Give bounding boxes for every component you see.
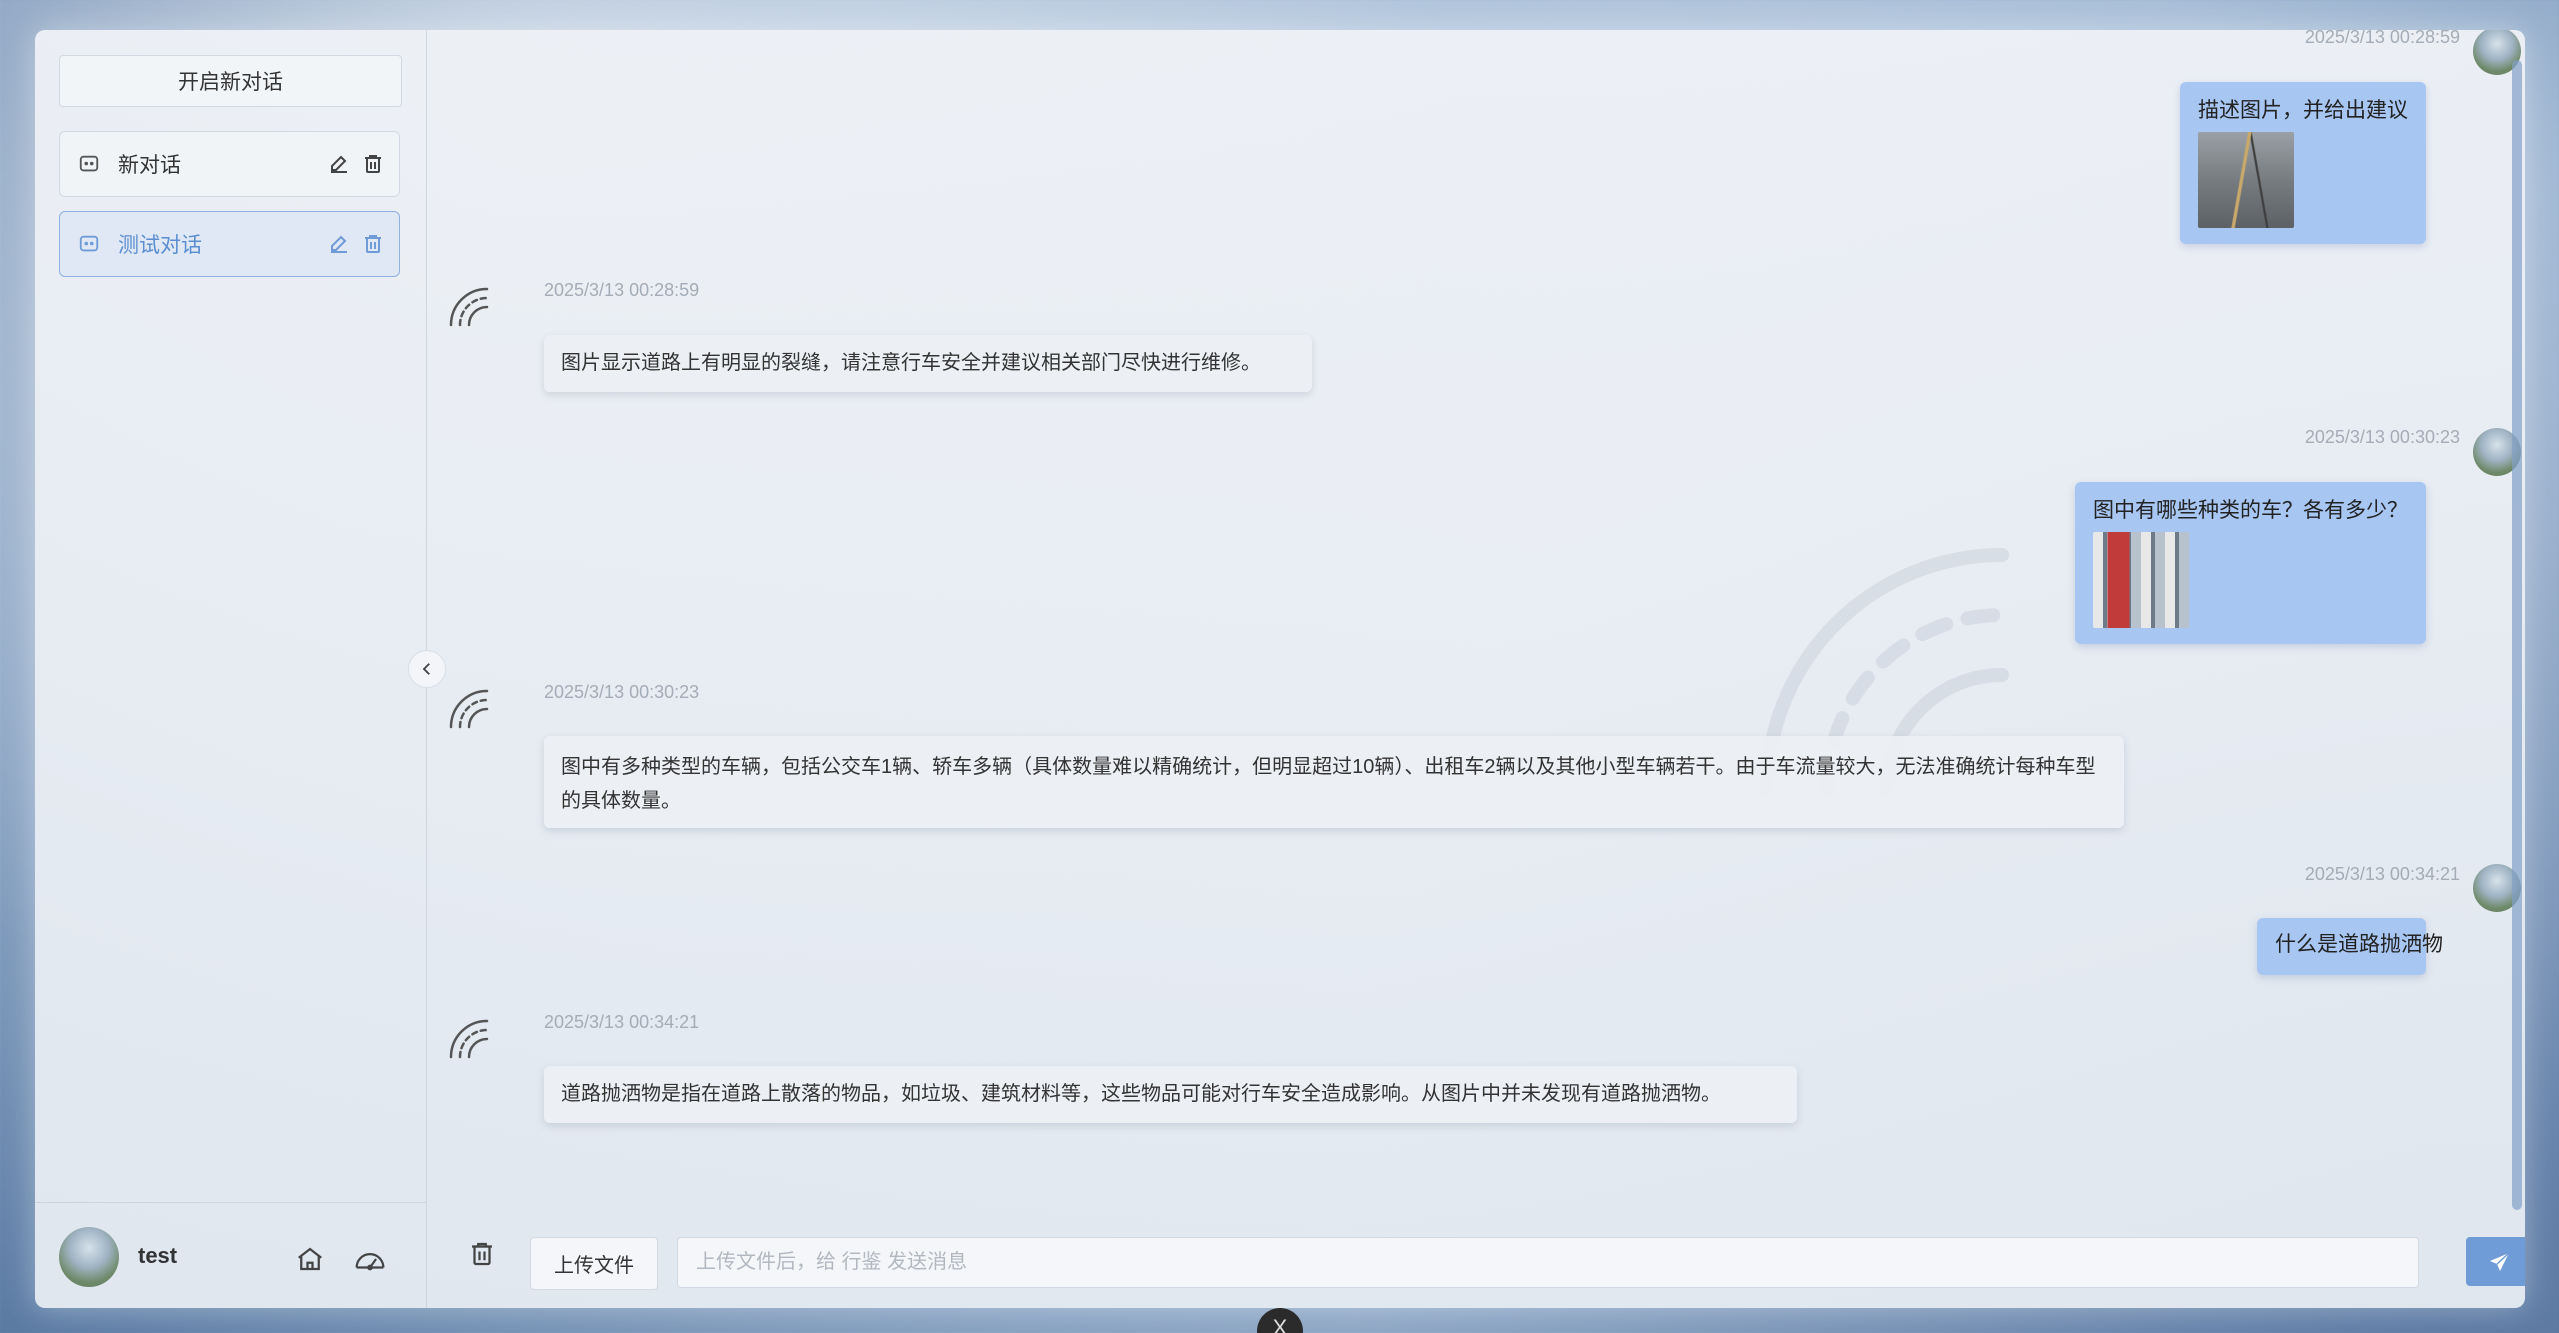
- user-message-bubble: 什么是道路抛洒物: [2257, 918, 2443, 975]
- username: test: [138, 1243, 178, 1268]
- app-window: 开启新对话 新对话 测试对话 test 2025/3/13 00:28:59 描…: [35, 30, 2525, 1308]
- home-icon[interactable]: [295, 1244, 325, 1274]
- upload-file-button[interactable]: 上传文件: [530, 1237, 658, 1290]
- chat-icon: [79, 155, 99, 172]
- message-input-bar: 上传文件: [427, 1203, 2525, 1308]
- message-timestamp: 2025/3/13 00:28:59: [544, 280, 700, 300]
- message-timestamp: 2025/3/13 00:30:23: [544, 682, 700, 702]
- clear-chat-trash-icon[interactable]: [467, 1239, 497, 1269]
- sidebar-footer: test: [35, 1202, 426, 1308]
- send-button[interactable]: [2466, 1237, 2525, 1286]
- user-message-bubble: 描述图片，并给出建议: [2180, 82, 2426, 244]
- edit-icon[interactable]: [327, 152, 351, 176]
- trash-icon[interactable]: [361, 152, 385, 176]
- sidebar: 开启新对话 新对话 测试对话 test: [35, 30, 427, 1308]
- message-timestamp: 2025/3/13 00:28:59: [2304, 30, 2460, 47]
- new-chat-button[interactable]: 开启新对话: [59, 55, 402, 107]
- message-text: 图中有哪些种类的车？各有多少？: [2093, 499, 2408, 522]
- assistant-message-bubble: 图中有多种类型的车辆，包括公交车1辆、轿车多辆（具体数量难以精确统计，但明显超过…: [544, 736, 2124, 828]
- chat-scrollbar[interactable]: [2512, 60, 2522, 1210]
- message-text: 图中有多种类型的车辆，包括公交车1辆、轿车多辆（具体数量难以精确统计，但明显超过…: [561, 756, 2096, 812]
- gauge-icon[interactable]: [353, 1244, 387, 1274]
- traffic-image[interactable]: [2093, 532, 2189, 628]
- chat-icon: [79, 235, 99, 252]
- edit-icon[interactable]: [327, 232, 351, 256]
- message-text: 道路抛洒物是指在道路上散落的物品，如垃圾、建筑材料等，这些物品可能对行车安全造成…: [561, 1083, 1721, 1105]
- conversation-item-new[interactable]: 新对话: [59, 131, 400, 197]
- road-crack-image[interactable]: [2198, 132, 2294, 228]
- message-timestamp: 2025/3/13 00:30:23: [2304, 427, 2460, 447]
- conversation-label: 新对话: [118, 154, 181, 177]
- bot-road-logo-icon: [449, 1019, 489, 1059]
- chat-area: 2025/3/13 00:28:59 描述图片，并给出建议 2025/3/13 …: [427, 30, 2525, 1308]
- message-timestamp: 2025/3/13 00:34:21: [544, 1012, 700, 1032]
- trash-icon[interactable]: [361, 232, 385, 256]
- message-input[interactable]: [677, 1237, 2419, 1288]
- assistant-message-bubble: 图片显示道路上有明显的裂缝，请注意行车安全并建议相关部门尽快进行维修。: [544, 335, 1312, 392]
- bot-road-logo-icon: [449, 287, 489, 327]
- message-text: 图片显示道路上有明显的裂缝，请注意行车安全并建议相关部门尽快进行维修。: [561, 352, 1261, 374]
- avatar[interactable]: [59, 1227, 119, 1287]
- message-text: 描述图片，并给出建议: [2198, 99, 2408, 122]
- message-text: 什么是道路抛洒物: [2275, 933, 2443, 956]
- assistant-message-bubble: 道路抛洒物是指在道路上散落的物品，如垃圾、建筑材料等，这些物品可能对行车安全造成…: [544, 1066, 1797, 1123]
- conversation-label: 测试对话: [118, 234, 202, 257]
- user-message-bubble: 图中有哪些种类的车？各有多少？: [2075, 482, 2426, 644]
- send-icon: [2490, 1251, 2510, 1271]
- message-timestamp: 2025/3/13 00:34:21: [2304, 864, 2460, 884]
- conversation-item-test[interactable]: 测试对话: [59, 211, 400, 277]
- bot-road-logo-icon: [449, 689, 489, 729]
